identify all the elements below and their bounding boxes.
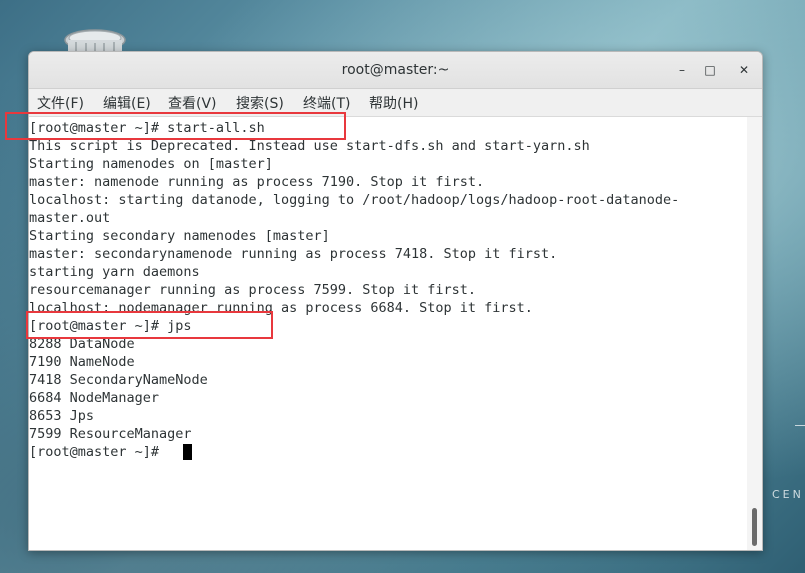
menu-edit[interactable]: 编辑(E) [103,93,151,113]
terminal-line: master: secondarynamenode running as pro… [29,246,558,262]
terminal-line: 8653 Jps [29,408,95,424]
window-title: root@master:~ [341,62,450,78]
text-cursor [183,444,192,460]
highlight-box-start-all [5,112,346,140]
close-icon[interactable]: ✕ [734,60,754,80]
terminal-line: master.out [29,210,111,226]
terminal-line: 7418 SecondaryNameNode [29,372,208,388]
terminal-line: 7190 NameNode [29,354,135,370]
terminal-line: Starting secondary namenodes [master] [29,228,330,244]
terminal-line: resourcemanager running as process 7599.… [29,282,477,298]
scrollbar-thumb[interactable] [752,508,757,546]
terminal-line: 7599 ResourceManager [29,426,192,442]
menu-search[interactable]: 搜索(S) [236,93,284,113]
terminal-line: Starting namenodes on [master] [29,156,273,172]
maximize-icon[interactable]: □ [700,60,720,80]
terminal-line: localhost: starting datanode, logging to… [29,192,680,208]
menu-help[interactable]: 帮助(H) [369,93,418,113]
terminal-prompt: [root@master ~]# [29,444,168,460]
terminal-line: master: namenode running as process 7190… [29,174,485,190]
terminal-line: 6684 NodeManager [29,390,160,406]
highlight-box-jps [26,311,273,339]
desktop-decoration [795,425,805,426]
desktop-logo-text: CEN [772,488,804,501]
terminal-line: starting yarn daemons [29,264,200,280]
menu-terminal[interactable]: 终端(T) [303,93,350,113]
menu-view[interactable]: 查看(V) [168,93,217,113]
title-bar[interactable]: root@master:~ – □ ✕ [29,52,762,89]
minimize-icon[interactable]: – [672,60,692,80]
menu-file[interactable]: 文件(F) [37,93,84,113]
scrollbar-track[interactable] [747,117,762,550]
